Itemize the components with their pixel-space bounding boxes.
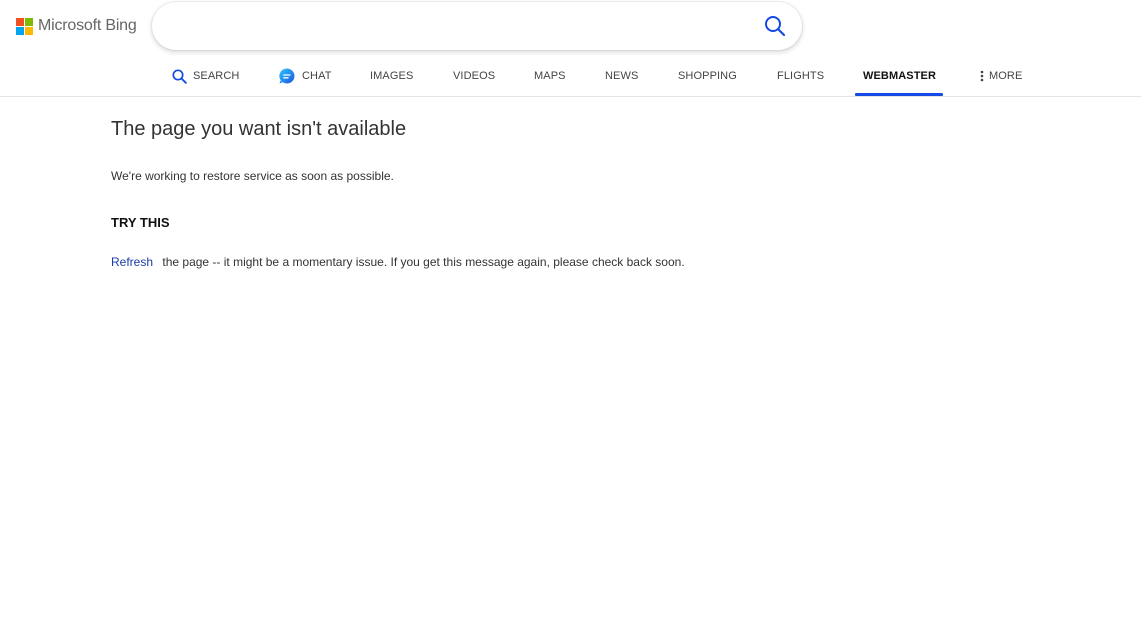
nav-more-label: MORE [989,70,1023,82]
logo-text: Microsoft Bing [38,17,137,34]
nav-flights[interactable]: FLIGHTS [777,56,824,96]
refresh-link[interactable]: Refresh [111,255,153,269]
nav-webmaster[interactable]: WEBMASTER [863,56,936,96]
nav-shopping[interactable]: SHOPPING [678,56,737,96]
search-icon [765,16,786,37]
search-input[interactable] [172,14,752,38]
nav-webmaster-label: WEBMASTER [863,70,937,82]
nav-search[interactable]: SEARCH [172,56,239,96]
nav-videos-label: VIDEOS [453,70,496,82]
active-tab-indicator [855,93,943,96]
refresh-suggestion-text: the page -- it might be a momentary issu… [162,255,685,269]
page-title: The page you want isn't available [111,118,407,140]
try-this-heading: TRY THIS [111,215,170,230]
error-subtitle: We're working to restore service as soon… [111,169,394,183]
chat-icon [278,67,296,85]
nav-maps-label: MAPS [534,70,566,82]
nav-news-label: NEWS [605,70,639,82]
nav-images-label: IMAGES [370,70,414,82]
search-box [152,2,802,50]
header: Microsoft Bing SEARCH CHAT IMAGES VIDEOS… [0,0,1141,97]
top-nav: SEARCH CHAT IMAGES VIDEOS MAPS NEWS SHOP… [0,56,1141,97]
search-icon [172,68,187,84]
microsoft-logo-icon [16,17,33,35]
nav-search-label: SEARCH [193,70,240,82]
bing-logo[interactable]: Microsoft Bing [16,17,137,35]
nav-chat[interactable]: CHAT [278,56,332,96]
refresh-suggestion: Refresh the page -- it might be a moment… [111,254,1011,270]
nav-flights-label: FLIGHTS [777,70,825,82]
nav-news[interactable]: NEWS [605,56,638,96]
search-button[interactable] [764,15,786,37]
nav-images[interactable]: IMAGES [370,56,413,96]
nav-shopping-label: SHOPPING [678,70,737,82]
nav-videos[interactable]: VIDEOS [453,56,495,96]
nav-chat-label: CHAT [302,70,332,82]
nav-more[interactable]: MORE [980,56,1022,96]
error-content: The page you want isn't available We're … [111,117,1011,270]
vertical-ellipsis-icon [980,70,984,82]
nav-maps[interactable]: MAPS [534,56,566,96]
